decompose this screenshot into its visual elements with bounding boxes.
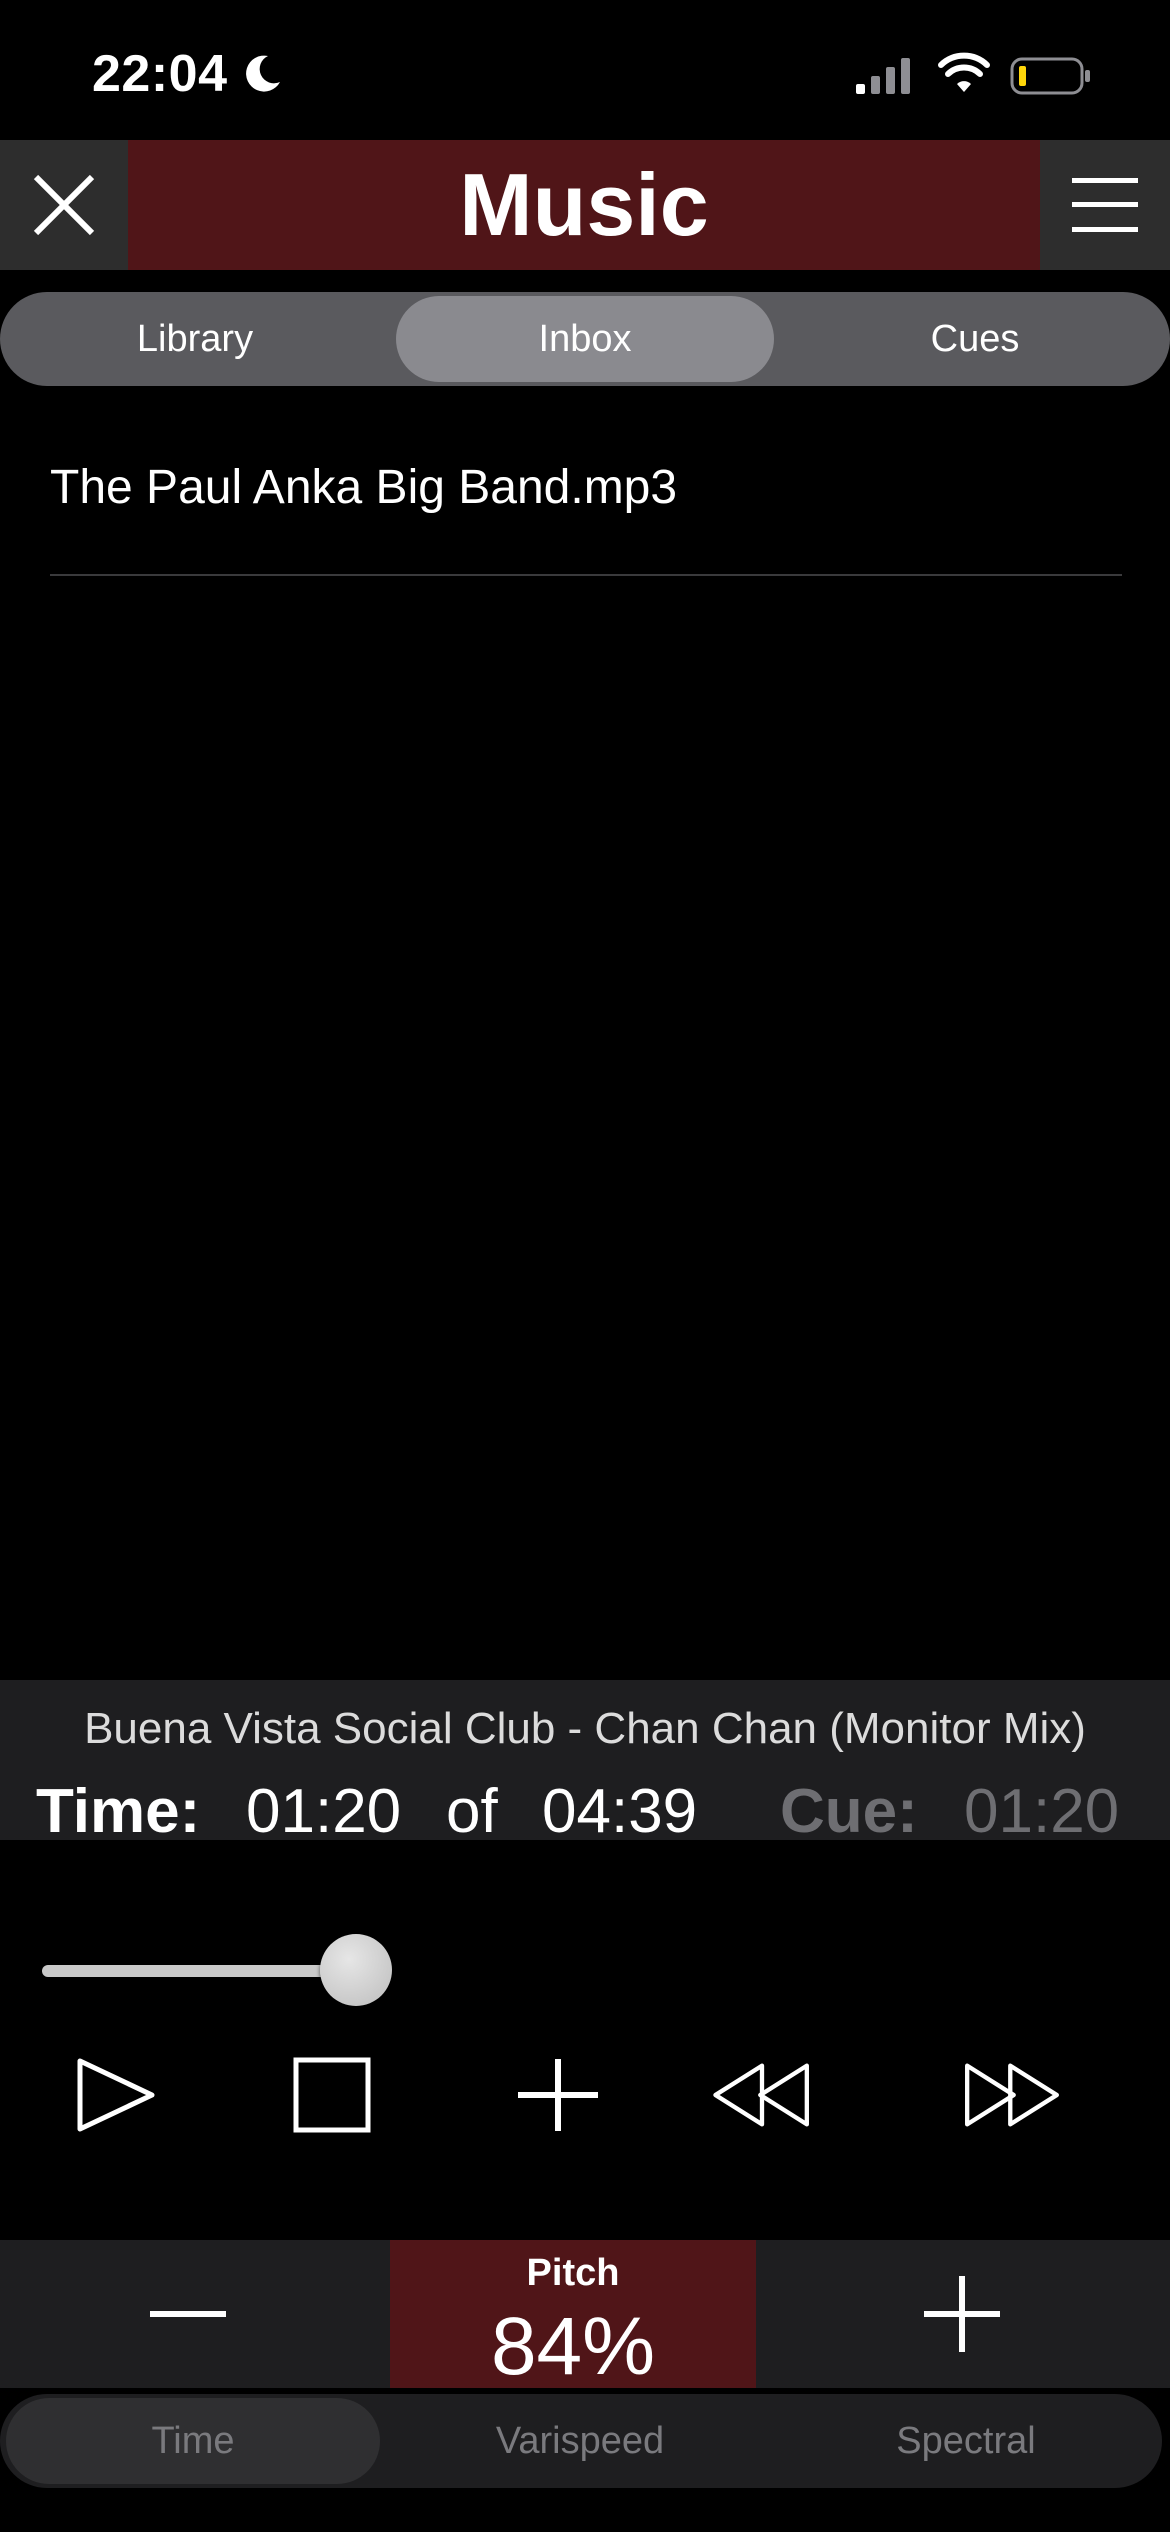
add-cue-icon <box>518 2059 598 2131</box>
pitch-bar: Pitch 84% <box>0 2240 1170 2392</box>
tab-varispeed[interactable]: Varispeed <box>390 2398 770 2484</box>
pitch-label: Pitch <box>526 2252 620 2294</box>
time-of: of <box>446 1777 498 1846</box>
song-title: Buena Vista Social Club - Chan Chan (Mon… <box>84 1704 1086 1753</box>
tab-library[interactable]: Library <box>0 296 390 382</box>
cue-label: Cue: <box>780 1777 918 1846</box>
status-bar: 22:04 <box>0 0 1170 140</box>
minus-icon <box>150 2311 226 2317</box>
close-icon <box>33 174 95 236</box>
stop-icon <box>293 2057 371 2133</box>
pitch-display: Pitch 84% <box>390 2240 756 2392</box>
rewind-button[interactable] <box>712 2052 812 2138</box>
play-icon <box>77 2058 155 2132</box>
library-tabs: Library Inbox Cues <box>0 292 1170 386</box>
close-button[interactable] <box>0 140 128 270</box>
tab-spectral[interactable]: Spectral <box>776 2398 1156 2484</box>
page-title: Music <box>459 155 709 254</box>
pitch-decrease-button[interactable] <box>88 2240 288 2388</box>
tab-inbox[interactable]: Inbox <box>396 296 774 382</box>
moon-icon <box>245 55 280 92</box>
list-item-label: The Paul Anka Big Band.mp3 <box>50 460 678 514</box>
battery-icon <box>1010 57 1090 95</box>
plus-icon <box>924 2276 1000 2352</box>
hamburger-menu-icon <box>1072 178 1138 232</box>
status-time-group: 22:04 <box>92 44 284 104</box>
time-label: Time: <box>36 1777 201 1846</box>
position-slider-track[interactable] <box>42 1965 356 1977</box>
play-button[interactable] <box>66 2052 166 2138</box>
time-total: 04:39 <box>542 1777 698 1846</box>
mode-tabs: Time Varispeed Spectral <box>0 2394 1162 2488</box>
cue-value: 01:20 <box>964 1777 1120 1846</box>
time-row: Time: 01:20 of 04:39 Cue: 01:20 <box>0 1776 1170 1846</box>
position-slider-thumb[interactable] <box>320 1934 392 2006</box>
menu-button[interactable] <box>1040 140 1170 270</box>
title-bar: Music <box>128 140 1040 270</box>
wifi-icon <box>938 52 990 92</box>
list-item[interactable]: The Paul Anka Big Band.mp3 <box>50 460 1122 576</box>
fast-forward-icon <box>965 2063 1059 2127</box>
time-current: 01:20 <box>246 1777 402 1846</box>
pitch-increase-button[interactable] <box>862 2240 1062 2388</box>
signal-icon <box>856 58 910 94</box>
header: Music <box>0 140 1170 270</box>
tab-cues[interactable]: Cues <box>780 296 1170 382</box>
fast-forward-button[interactable] <box>962 2052 1062 2138</box>
tab-time[interactable]: Time <box>6 2398 380 2484</box>
status-time: 22:04 <box>92 45 228 103</box>
rewind-icon <box>713 2063 809 2127</box>
now-playing-info: Buena Vista Social Club - Chan Chan (Mon… <box>0 1680 1170 1846</box>
stop-button[interactable] <box>282 2052 382 2138</box>
add-cue-button[interactable] <box>508 2052 608 2138</box>
pitch-value: 84% <box>490 2301 656 2392</box>
